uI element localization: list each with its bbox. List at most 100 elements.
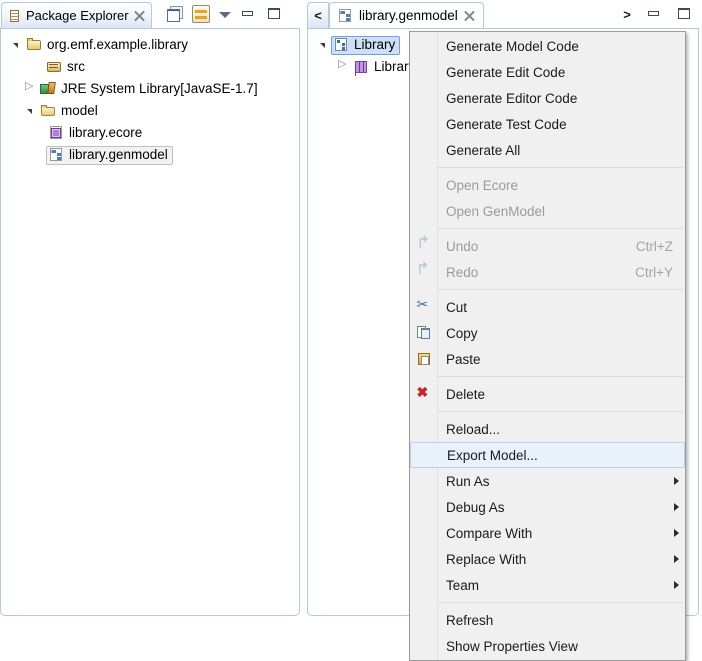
chevron-down-icon[interactable]	[218, 7, 232, 21]
tree-item-library-ecore[interactable]: library.ecore	[1, 122, 299, 144]
menu-item-accelerator: Ctrl+Y	[635, 264, 673, 280]
eclipse-workbench: Package Explorer org.emf.example.library	[0, 0, 702, 661]
package-explorer-icon	[8, 9, 22, 23]
menu-item-cut[interactable]: Cut	[410, 294, 685, 320]
tab-library-genmodel[interactable]: library.genmodel	[329, 2, 484, 28]
menu-item-label: Generate Model Code	[446, 38, 579, 54]
menu-item-label: Generate Test Code	[446, 116, 567, 132]
menu-item-label: Copy	[446, 325, 478, 341]
previous-editor-button[interactable]: <	[307, 2, 329, 28]
menu-gutter	[411, 443, 439, 467]
paste-icon	[416, 351, 433, 367]
menu-item-refresh[interactable]: Refresh	[410, 607, 685, 633]
undo-icon	[416, 238, 433, 254]
context-menu: Generate Model Code Generate Edit Code G…	[409, 31, 686, 661]
menu-item-replace-with[interactable]: Replace With	[410, 546, 685, 572]
twisty-expanded-icon[interactable]	[23, 103, 39, 119]
menu-item-debug-as[interactable]: Debug As	[410, 494, 685, 520]
menu-item-undo: Undo Ctrl+Z	[410, 233, 685, 259]
menu-item-label: Export Model...	[447, 447, 538, 463]
menu-gutter	[410, 198, 438, 224]
menu-gutter	[410, 233, 438, 259]
menu-item-accelerator: Ctrl+Z	[635, 238, 673, 254]
menu-separator	[438, 289, 683, 290]
twisty-expanded-icon[interactable]	[316, 37, 332, 53]
package-explorer-toolbar	[166, 5, 284, 28]
menu-gutter	[410, 320, 438, 346]
tab-package-explorer-label: Package Explorer	[26, 8, 129, 23]
menu-item-generate-editor-code[interactable]: Generate Editor Code	[410, 85, 685, 111]
menu-item-generate-test-code[interactable]: Generate Test Code	[410, 111, 685, 137]
tree-item-src[interactable]: src	[1, 56, 299, 78]
menu-item-generate-model-code[interactable]: Generate Model Code	[410, 33, 685, 59]
menu-gutter	[410, 607, 438, 633]
menu-gutter	[410, 137, 438, 163]
menu-gutter	[410, 259, 438, 285]
epackage-icon	[353, 59, 370, 75]
menu-gutter	[410, 520, 438, 546]
menu-item-show-properties-view[interactable]: Show Properties View	[410, 633, 685, 659]
close-icon[interactable]	[464, 10, 475, 21]
tab-library-genmodel-label: library.genmodel	[359, 8, 458, 23]
tree-item-jre-library[interactable]: JRE System Library [JavaSE-1.7]	[1, 78, 299, 100]
menu-gutter	[410, 85, 438, 111]
twisty-expanded-icon[interactable]	[9, 37, 25, 53]
menu-item-copy[interactable]: Copy	[410, 320, 685, 346]
menu-gutter	[410, 381, 438, 407]
menu-item-label: Debug As	[446, 499, 505, 515]
menu-separator	[438, 376, 683, 377]
ecore-file-icon	[48, 125, 65, 141]
tree-item-jre-library-suffix: [JavaSE-1.7]	[180, 81, 258, 96]
menu-item-run-as[interactable]: Run As	[410, 468, 685, 494]
tree-item-model-folder[interactable]: model	[1, 100, 299, 122]
menu-separator	[438, 411, 683, 412]
twisty-collapsed-icon[interactable]	[23, 79, 39, 97]
menu-item-label: Generate Edit Code	[446, 64, 566, 80]
menu-item-generate-all[interactable]: Generate All	[410, 137, 685, 163]
maximize-icon[interactable]	[676, 5, 694, 23]
package-explorer-body: org.emf.example.library src JRE System L…	[0, 28, 300, 616]
minimize-icon[interactable]	[646, 5, 664, 23]
menu-item-reload[interactable]: Reload...	[410, 416, 685, 442]
menu-item-label: Delete	[446, 386, 486, 402]
genmodel-root-icon	[333, 37, 350, 53]
tab-package-explorer[interactable]: Package Explorer	[1, 2, 152, 28]
tree-item-library-genmodel-label: library.genmodel	[69, 147, 168, 162]
menu-item-generate-edit-code[interactable]: Generate Edit Code	[410, 59, 685, 85]
close-icon[interactable]	[134, 10, 145, 21]
menu-item-export-model[interactable]: Export Model...	[410, 442, 685, 468]
menu-item-delete[interactable]: Delete	[410, 381, 685, 407]
twisty-collapsed-icon[interactable]	[336, 57, 352, 75]
menu-gutter	[410, 546, 438, 572]
menu-separator	[438, 167, 683, 168]
menu-item-paste[interactable]: Paste	[410, 346, 685, 372]
next-editor-button[interactable]: >	[620, 7, 634, 22]
link-with-editor-icon[interactable]	[191, 5, 210, 23]
menu-item-compare-with[interactable]: Compare With	[410, 520, 685, 546]
menu-item-label: Open Ecore	[446, 177, 519, 193]
tree-item-model-folder-label: model	[61, 103, 98, 118]
minimize-icon[interactable]	[240, 5, 258, 23]
menu-item-label: Reload...	[446, 421, 501, 437]
menu-gutter	[410, 416, 438, 442]
menu-gutter	[410, 33, 438, 59]
redo-icon	[416, 259, 433, 280]
menu-gutter	[410, 172, 438, 198]
tree-item-project[interactable]: org.emf.example.library	[1, 34, 299, 56]
genmodel-file-icon	[48, 147, 65, 163]
editor-tabbar: < library.genmodel >	[307, 0, 702, 28]
menu-item-label: Open GenModel	[446, 203, 546, 219]
menu-item-label: Paste	[446, 351, 481, 367]
tree-item-library-genmodel[interactable]: library.genmodel	[1, 144, 299, 166]
menu-item-label: Generate Editor Code	[446, 90, 578, 106]
menu-gutter	[410, 468, 438, 494]
jre-library-icon	[40, 81, 57, 97]
menu-item-team[interactable]: Team	[410, 572, 685, 598]
menu-item-open-ecore: Open Ecore	[410, 172, 685, 198]
collapse-all-icon[interactable]	[166, 5, 184, 23]
twisty-placeholder	[29, 59, 45, 75]
menu-item-label: Generate All	[446, 142, 521, 158]
delete-icon	[416, 384, 433, 402]
editor-toolbar: >	[620, 5, 702, 28]
maximize-icon[interactable]	[266, 5, 284, 23]
